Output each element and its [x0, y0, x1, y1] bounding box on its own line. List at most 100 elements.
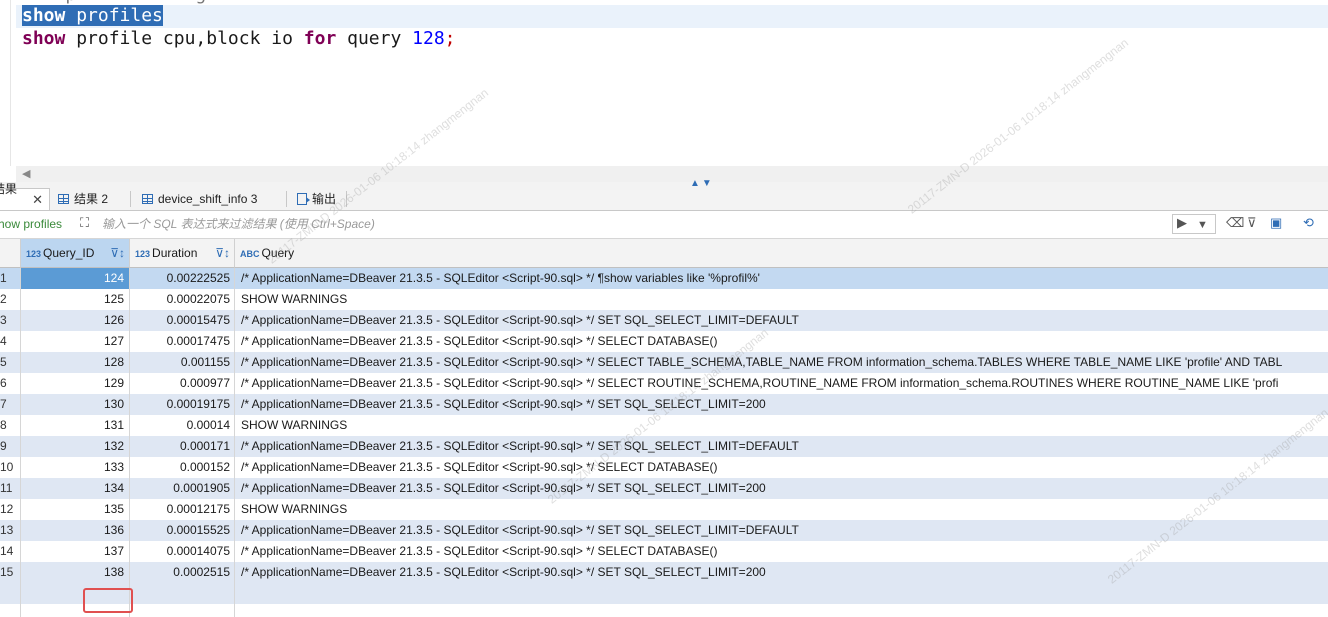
query-id-cell[interactable]: 137 [21, 541, 129, 562]
query-text-cell[interactable]: /* ApplicationName=DBeaver 21.3.5 - SQLE… [235, 352, 1328, 373]
query-id-cell[interactable]: 134 [21, 478, 129, 499]
row-number[interactable]: 3 [0, 310, 20, 331]
duration-cell[interactable]: 0.00015475 [130, 310, 234, 331]
query-text-cell[interactable]: /* ApplicationName=DBeaver 21.3.5 - SQLE… [235, 310, 1328, 331]
query-id-cell[interactable]: 130 [21, 394, 129, 415]
query-id-cell[interactable]: 132 [21, 436, 129, 457]
row-number[interactable]: 12 [0, 499, 20, 520]
sort-filter-icon[interactable]: ⊽↕ [215, 239, 230, 268]
duration-cell[interactable]: 0.00012175 [130, 499, 234, 520]
query-id-cell[interactable]: 126 [21, 310, 129, 331]
duration-cell[interactable]: 0.00222525 [130, 268, 234, 289]
expand-icon[interactable]: ⛶ [80, 216, 94, 230]
row-number[interactable]: 9 [0, 436, 20, 457]
duration-cell[interactable]: 0.000152 [130, 457, 234, 478]
query-id-cell[interactable]: 125 [21, 289, 129, 310]
tab-result-2[interactable]: 结果 2 [52, 188, 114, 210]
highlight-annotation [83, 588, 133, 613]
output-icon [297, 193, 310, 205]
table-row[interactable]: 8 131 0.00014 SHOW WARNINGS [0, 415, 1328, 436]
filter-history-box[interactable]: ▼ [1172, 214, 1216, 234]
tab-result-1[interactable]: 结果 1 ✕ [0, 182, 50, 211]
row-number[interactable]: 4 [0, 331, 20, 352]
query-text-cell[interactable]: /* ApplicationName=DBeaver 21.3.5 - SQLE… [235, 331, 1328, 352]
table-row[interactable]: 11 134 0.0001905/* ApplicationName=DBeaver… [0, 478, 1328, 499]
row-number[interactable]: 13 [0, 520, 20, 541]
table-row[interactable]: 6 129 0.000977/* ApplicationName=DBeaver 2… [0, 373, 1328, 394]
editor-horizontal-scrollbar[interactable]: ◀ [16, 166, 1328, 182]
query-id-cell[interactable]: 128 [21, 352, 129, 373]
duration-cell[interactable]: 0.00019175 [130, 394, 234, 415]
table-row[interactable]: 15 138 0.0002515/* ApplicationName=DBeaver… [0, 562, 1328, 583]
query-text-cell[interactable]: SHOW WARNINGS [235, 289, 1328, 310]
query-text-cell[interactable]: /* ApplicationName=DBeaver 21.3.5 - SQLE… [235, 541, 1328, 562]
tab-device-shift-info[interactable]: device_shift_info 3 [136, 188, 263, 210]
duration-cell[interactable]: 0.001155 [130, 352, 234, 373]
filter-input[interactable] [98, 214, 1176, 234]
query-text-cell[interactable]: /* ApplicationName=DBeaver 21.3.5 - SQLE… [235, 373, 1328, 394]
editor-line-show-profiles[interactable]: show profiles [22, 5, 163, 27]
query-id-cell[interactable]: 129 [21, 373, 129, 394]
query-id-cell[interactable]: 133 [21, 457, 129, 478]
eraser-icon[interactable]: ⌫ [1226, 216, 1244, 230]
query-id-cell[interactable]: 124 [21, 268, 129, 289]
table-row[interactable]: 12 135 0.00012175 SHOW WARNINGS [0, 499, 1328, 520]
row-number[interactable]: 15 [0, 562, 20, 583]
table-row[interactable]: 4 127 0.00017475/* ApplicationName=DBeaver… [0, 331, 1328, 352]
close-icon[interactable]: ✕ [32, 189, 43, 211]
tab-output[interactable]: 输出 [291, 188, 342, 210]
table-row[interactable]: 14 137 0.00014075/* ApplicationName=DBeave… [0, 541, 1328, 562]
row-number[interactable]: 8 [0, 415, 20, 436]
column-header-duration[interactable]: 123 Duration ⊽↕ [130, 239, 235, 268]
duration-cell[interactable]: 0.0002515 [130, 562, 234, 583]
editor-line-show-profile-query[interactable]: show profile cpu,block io for query 128; [22, 28, 456, 50]
duration-cell[interactable]: 0.00014075 [130, 541, 234, 562]
duration-cell[interactable]: 0.00022075 [130, 289, 234, 310]
row-number[interactable]: 6 [0, 373, 20, 394]
query-id-cell[interactable]: 136 [21, 520, 129, 541]
sort-filter-icon[interactable]: ⊽↕ [110, 239, 125, 268]
query-id-cell[interactable]: 131 [21, 415, 129, 436]
query-id-cell[interactable]: 135 [21, 499, 129, 520]
duration-cell[interactable]: 0.000977 [130, 373, 234, 394]
query-text-cell[interactable]: SHOW WARNINGS [235, 499, 1328, 520]
column-header-query-id[interactable]: 123 Query_ID ⊽↕ [21, 239, 130, 268]
query-text-cell[interactable]: /* ApplicationName=DBeaver 21.3.5 - SQLE… [235, 436, 1328, 457]
row-number-header[interactable] [0, 239, 21, 268]
table-row[interactable]: 10 133 0.000152/* ApplicationName=DBeaver … [0, 457, 1328, 478]
query-text-cell[interactable]: /* ApplicationName=DBeaver 21.3.5 - SQLE… [235, 457, 1328, 478]
row-number[interactable]: 10 [0, 457, 20, 478]
query-text-cell[interactable]: /* ApplicationName=DBeaver 21.3.5 - SQLE… [235, 268, 1328, 289]
filter-icon[interactable]: ⊽ [1247, 216, 1257, 230]
table-row[interactable]: 3 126 0.00015475/* ApplicationName=DBeaver… [0, 310, 1328, 331]
table-row[interactable]: 1 124 0.00222525/* ApplicationName=DBeaver… [0, 268, 1328, 289]
query-text-cell[interactable]: /* ApplicationName=DBeaver 21.3.5 - SQLE… [235, 562, 1328, 583]
sql-editor[interactable]: p g show profiles show profile cpu,block… [0, 0, 1328, 166]
query-id-cell[interactable]: 127 [21, 331, 129, 352]
query-text-cell[interactable]: /* ApplicationName=DBeaver 21.3.5 - SQLE… [235, 520, 1328, 541]
duration-cell[interactable]: 0.0001905 [130, 478, 234, 499]
query-text-cell[interactable]: SHOW WARNINGS [235, 415, 1328, 436]
row-number[interactable]: 1 [0, 268, 20, 289]
duration-cell[interactable]: 0.00017475 [130, 331, 234, 352]
duration-cell[interactable]: 0.00014 [130, 415, 234, 436]
query-id-cell[interactable]: 138 [21, 562, 129, 583]
chevron-down-icon[interactable]: ▼ [1197, 218, 1208, 232]
table-row[interactable]: 7 130 0.00019175/* ApplicationName=DBeaver… [0, 394, 1328, 415]
table-row[interactable]: 2 125 0.00022075 SHOW WARNINGS [0, 289, 1328, 310]
query-text-cell[interactable]: /* ApplicationName=DBeaver 21.3.5 - SQLE… [235, 478, 1328, 499]
duration-cell[interactable]: 0.000171 [130, 436, 234, 457]
row-number[interactable]: 5 [0, 352, 20, 373]
query-text-cell[interactable]: /* ApplicationName=DBeaver 21.3.5 - SQLE… [235, 394, 1328, 415]
save-icon[interactable]: ▣ [1270, 216, 1282, 230]
duration-cell[interactable]: 0.00015525 [130, 520, 234, 541]
row-number[interactable]: 14 [0, 541, 20, 562]
table-row[interactable]: 5 128 0.001155/* ApplicationName=DBeaver 2… [0, 352, 1328, 373]
refresh-icon[interactable]: ⟲ [1303, 216, 1314, 230]
table-row[interactable]: 13 136 0.00015525/* ApplicationName=DBeave… [0, 520, 1328, 541]
row-number[interactable]: 11 [0, 478, 20, 499]
row-number[interactable]: 2 [0, 289, 20, 310]
table-row[interactable]: 9 132 0.000171/* ApplicationName=DBeaver 2… [0, 436, 1328, 457]
column-header-query[interactable]: ABC Query [235, 239, 1328, 268]
row-number[interactable]: 7 [0, 394, 20, 415]
